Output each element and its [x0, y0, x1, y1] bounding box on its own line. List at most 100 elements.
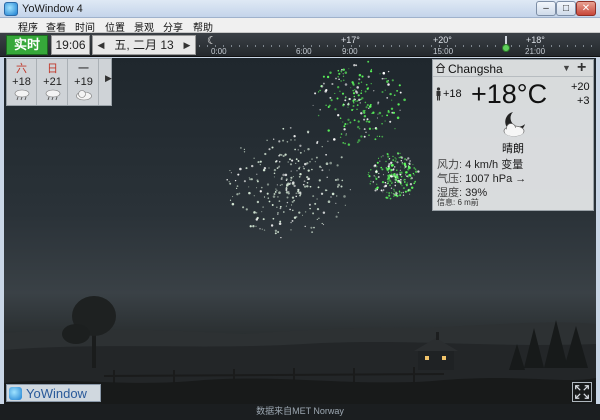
firework-spark	[414, 180, 417, 183]
timeline[interactable]: ☾ +17° +20° +18° 0:00 6:00 9:00 15:00 21…	[199, 33, 599, 57]
firework-spark	[256, 187, 258, 189]
firework-spark	[382, 189, 385, 191]
firework-spark	[388, 163, 391, 166]
firework-spark	[316, 141, 319, 145]
firework-spark	[404, 190, 407, 193]
firework-spark	[274, 229, 278, 232]
firework-spark	[334, 108, 337, 111]
firework-spark	[339, 90, 341, 93]
location-dropdown-icon[interactable]: ▼	[562, 63, 571, 73]
menu-share[interactable]: 分享	[163, 19, 183, 34]
firework-spark	[330, 196, 332, 198]
firework-spark	[271, 146, 274, 149]
maximize-button[interactable]: □	[556, 1, 576, 16]
firework-spark	[294, 139, 296, 141]
firework-spark	[297, 190, 300, 193]
firework-spark	[299, 151, 302, 154]
minimize-button[interactable]: –	[536, 1, 556, 16]
forecast-day[interactable]: 六 +18	[7, 59, 37, 105]
firework-spark	[303, 167, 305, 170]
firework-spark	[316, 207, 320, 211]
firework-spark	[377, 176, 380, 178]
firework-spark	[277, 196, 279, 198]
firework-spark	[280, 236, 282, 239]
city-name[interactable]: Changsha	[448, 62, 503, 76]
timeline-marker-knob[interactable]	[502, 44, 510, 52]
firework-spark	[387, 155, 390, 158]
forecast-more-button[interactable]: ▶	[105, 73, 112, 84]
firework-spark	[325, 162, 329, 165]
forecast-day-name: 一	[78, 63, 89, 75]
firework-spark	[413, 182, 416, 185]
firework-spark	[380, 166, 383, 169]
firework-spark	[390, 107, 394, 111]
menu-landscape[interactable]: 景观	[134, 19, 154, 34]
forecast-day-name: 日	[47, 63, 58, 75]
firework-spark	[357, 94, 360, 97]
firework-spark	[378, 111, 382, 115]
firework-spark	[327, 140, 329, 142]
firework-spark	[352, 89, 355, 92]
firework-spark	[360, 81, 363, 83]
firework-spark	[336, 178, 340, 181]
menu-help[interactable]: 帮助	[193, 19, 213, 34]
firework-spark	[330, 99, 333, 102]
fullscreen-icon[interactable]	[572, 382, 592, 402]
menu-program[interactable]: 程序	[18, 19, 38, 34]
firework-spark	[347, 123, 349, 125]
yowindow-logo[interactable]: YoWindow	[6, 384, 101, 402]
firework-spark	[266, 139, 268, 142]
firework-spark	[382, 71, 386, 75]
firework-spark	[342, 73, 344, 75]
firework-spark	[405, 183, 409, 186]
firework-spark	[403, 181, 406, 183]
current-temperature[interactable]: +18°C	[471, 79, 547, 110]
forecast-day[interactable]: 一 +19	[69, 59, 99, 105]
forecast-temp: +21	[43, 76, 62, 88]
live-button[interactable]: 实时	[6, 35, 48, 55]
menu-view[interactable]: 查看	[46, 19, 66, 34]
firework-spark	[299, 172, 302, 176]
forecast-strip[interactable]: 六 +18 日 +21 一 +19 ▶	[6, 58, 112, 106]
firework-spark	[295, 162, 297, 164]
firework-spark	[307, 169, 310, 172]
firework-spark	[328, 169, 330, 171]
firework-spark	[286, 183, 289, 187]
forecast-day[interactable]: 日 +21	[38, 59, 68, 105]
firework-spark	[365, 131, 367, 134]
firework-spark	[365, 120, 368, 123]
location-header[interactable]: Changsha ▼ +	[433, 59, 593, 77]
next-day-button[interactable]: ▶	[180, 36, 194, 54]
firework-spark	[327, 200, 331, 203]
firework-spark	[316, 198, 318, 200]
firework-spark	[292, 181, 295, 184]
firework-spark	[372, 181, 375, 183]
firework-spark	[380, 189, 383, 192]
firework-spark	[382, 174, 385, 176]
firework-spark	[299, 166, 301, 169]
data-credit[interactable]: 数据来自MET Norway	[0, 404, 600, 417]
firework-spark	[279, 220, 282, 223]
timeline-hour: 9:00	[342, 47, 358, 56]
menu-location[interactable]: 位置	[105, 19, 125, 34]
firework-spark	[327, 129, 330, 132]
firework-spark	[384, 89, 386, 91]
firework-spark	[274, 190, 277, 193]
firework-spark	[375, 176, 377, 178]
prev-day-button[interactable]: ◀	[94, 36, 108, 54]
firework-spark	[291, 200, 294, 203]
firework-spark	[278, 140, 281, 143]
timeline-marker[interactable]	[502, 36, 510, 52]
firework-spark	[231, 202, 235, 206]
firework-spark	[345, 134, 347, 136]
firework-spark	[377, 103, 379, 105]
close-button[interactable]: ✕	[576, 1, 596, 16]
firework-spark	[335, 77, 337, 80]
firework-spark	[413, 174, 415, 176]
firework-spark	[370, 83, 372, 85]
menu-time[interactable]: 时间	[75, 19, 95, 34]
firework-spark	[381, 90, 384, 94]
add-location-button[interactable]: +	[577, 59, 586, 77]
firework-spark	[396, 194, 399, 197]
firework-spark	[278, 222, 282, 226]
